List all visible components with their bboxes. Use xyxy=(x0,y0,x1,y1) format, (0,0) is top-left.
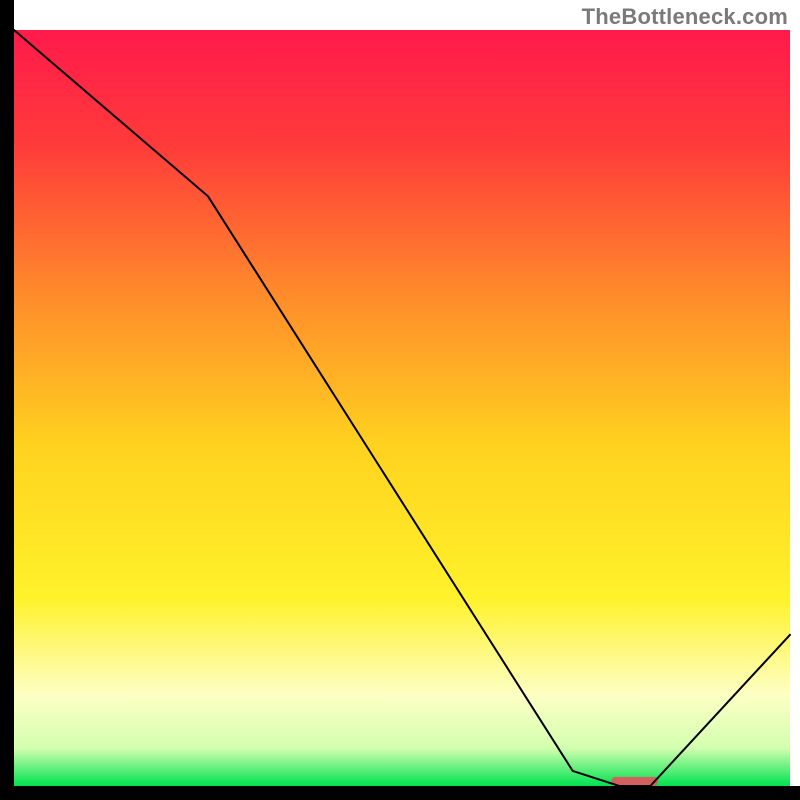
chart-svg xyxy=(0,0,800,800)
x-axis xyxy=(0,786,800,800)
watermark-text: TheBottleneck.com xyxy=(582,4,788,30)
y-axis xyxy=(0,0,14,800)
bottleneck-chart: TheBottleneck.com xyxy=(0,0,800,800)
plot-background xyxy=(14,30,790,786)
